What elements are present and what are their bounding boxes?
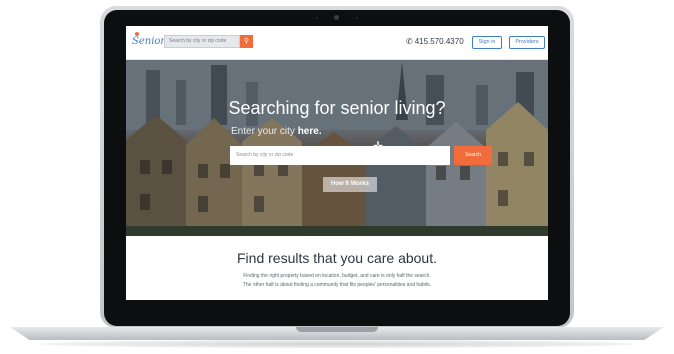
- how-it-works-button[interactable]: How It Works: [323, 177, 377, 192]
- hero-search-button[interactable]: Search: [454, 146, 492, 165]
- mic-dot: [356, 17, 358, 19]
- phone-text: 415.570.4370: [414, 37, 464, 46]
- browser-screen: Seniorly Search by city or zip code ⚲ ✆ 4…: [126, 26, 548, 300]
- laptop-shadow: [40, 340, 634, 348]
- section-text-line-1: Finding the right property based on loca…: [243, 273, 431, 279]
- camera-icon: [334, 15, 339, 20]
- mic-dot: [316, 17, 318, 19]
- hero-search-input[interactable]: Search by city or zip code: [230, 146, 450, 165]
- phone-number[interactable]: ✆ 415.570.4370: [406, 37, 464, 46]
- move-cursor-icon: ✛: [373, 139, 384, 153]
- section-title: Find results that you care about.: [237, 250, 437, 266]
- sign-in-button[interactable]: Sign in: [472, 36, 502, 49]
- hero-subtitle: Enter your city here.: [231, 126, 322, 137]
- nav-search-input[interactable]: Search by city or zip code: [164, 35, 240, 48]
- search-icon[interactable]: ⚲: [240, 35, 253, 48]
- hero-subtitle-bold: here.: [297, 126, 322, 137]
- section-text-line-2: The other half is about finding a commun…: [242, 282, 432, 288]
- laptop-notch: [296, 327, 378, 332]
- hero-title: Searching for senior living?: [228, 98, 446, 118]
- top-navbar: Seniorly Search by city or zip code ⚲ ✆ 4…: [126, 26, 548, 60]
- phone-icon: ✆: [406, 37, 413, 46]
- hero-subtitle-lead: Enter your city: [231, 126, 295, 137]
- hero-section: Searching for senior living? Enter your …: [126, 60, 548, 236]
- providers-button[interactable]: Providers: [509, 36, 545, 49]
